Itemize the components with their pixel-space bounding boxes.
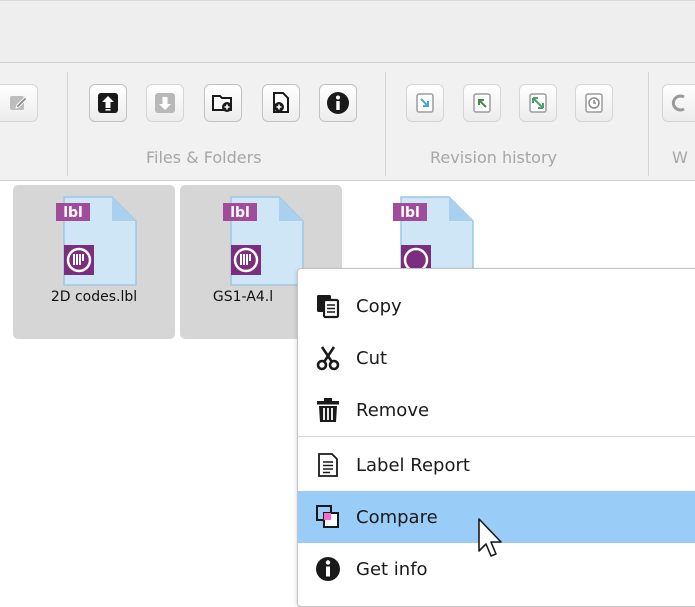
workflow-button[interactable]: [662, 84, 695, 122]
new-file-icon: [270, 91, 292, 115]
new-folder-icon: [211, 92, 235, 114]
file-badge: lbl: [63, 205, 83, 221]
copy-icon: [315, 293, 341, 319]
menu-item-copy[interactable]: Copy: [298, 280, 695, 332]
compare-icon: [315, 504, 341, 530]
menu-item-cut[interactable]: Cut: [298, 332, 695, 384]
new-file-button[interactable]: [262, 84, 300, 122]
checkin-icon: [414, 92, 436, 114]
report-icon: [315, 452, 341, 478]
clock-icon: [583, 92, 605, 114]
label-file-icon: lbl: [46, 193, 142, 289]
scissors-icon: [315, 345, 341, 371]
revision-checkin-button[interactable]: [406, 84, 444, 122]
revision-checkout-button[interactable]: [463, 84, 501, 122]
menu-separator: [298, 436, 695, 437]
edit-icon: [8, 92, 30, 114]
ribbon-separator: [648, 72, 649, 176]
top-bar: [0, 0, 695, 63]
trash-icon: [315, 397, 341, 423]
file-badge: lbl: [230, 205, 250, 221]
revision-rollback-button[interactable]: [519, 84, 557, 122]
menu-item-label-report[interactable]: Label Report: [298, 439, 695, 491]
group-label-revision-history: Revision history: [430, 148, 557, 167]
group-label-workflow: W: [672, 148, 688, 167]
menu-item-label: Copy: [356, 295, 402, 317]
mouse-cursor-icon: [476, 517, 506, 567]
menu-item-label: Label Report: [356, 454, 470, 476]
file-name: 2D codes.lbl: [50, 289, 138, 305]
menu-item-label: Remove: [356, 399, 430, 421]
upload-button[interactable]: [89, 84, 127, 122]
workflow-icon: [670, 92, 688, 114]
info-icon: [315, 556, 341, 582]
checkout-icon: [471, 92, 493, 114]
info-icon: [326, 91, 350, 115]
file-item[interactable]: lbl 2D codes.lbl: [13, 185, 175, 339]
info-button[interactable]: [319, 84, 357, 122]
menu-item-remove[interactable]: Remove: [298, 384, 695, 436]
upload-icon: [97, 92, 119, 114]
revision-history-button[interactable]: [575, 84, 613, 122]
download-button[interactable]: [146, 84, 184, 122]
ribbon-separator: [67, 72, 68, 176]
edit-button[interactable]: [0, 84, 38, 122]
group-label-files-folders: Files & Folders: [146, 148, 262, 167]
download-icon: [154, 92, 176, 114]
menu-item-label: Cut: [356, 347, 388, 369]
menu-item-label: Compare: [356, 506, 438, 528]
file-badge: lbl: [400, 205, 420, 221]
new-folder-button[interactable]: [204, 84, 242, 122]
rollback-icon: [527, 92, 549, 114]
menu-item-label: Get info: [356, 558, 428, 580]
ribbon-separator: [385, 72, 386, 176]
label-file-icon: lbl: [213, 193, 309, 289]
